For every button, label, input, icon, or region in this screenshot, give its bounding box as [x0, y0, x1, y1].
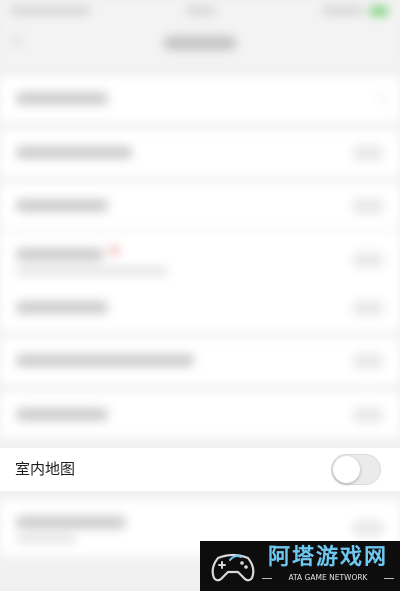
settings-row[interactable] — [0, 338, 400, 384]
navigation-bar — [0, 22, 400, 66]
watermark-divider-right — [384, 578, 394, 579]
status-time — [186, 6, 216, 15]
toggle-switch[interactable] — [352, 520, 384, 536]
indoor-map-label: 室内地图 — [15, 460, 76, 478]
row-title — [16, 354, 194, 367]
toggle-switch[interactable] — [352, 353, 384, 369]
toggle-switch[interactable] — [352, 407, 384, 423]
settings-row[interactable] — [0, 285, 400, 331]
row-title — [16, 92, 108, 105]
indoor-map-toggle[interactable] — [331, 454, 381, 485]
row-title — [16, 146, 132, 159]
row-title — [16, 408, 108, 421]
toggle-switch[interactable] — [352, 198, 384, 214]
watermark-banner: 阿塔游戏网 ATA GAME NETWORK — [200, 541, 400, 591]
toggle-switch[interactable] — [352, 300, 384, 316]
status-carrier — [10, 6, 90, 15]
indoor-map-setting-row[interactable]: 室内地图 — [0, 448, 400, 491]
gamepad-logo-icon — [211, 553, 255, 582]
watermark-divider-left — [262, 578, 272, 579]
chevron-right-icon — [376, 93, 386, 103]
row-title — [16, 248, 104, 261]
page-title — [164, 36, 236, 50]
back-arrow-icon[interactable] — [11, 33, 27, 49]
toggle-switch[interactable] — [352, 145, 384, 161]
row-title — [16, 199, 108, 212]
battery-icon — [370, 6, 388, 16]
row-subtitle — [16, 267, 168, 275]
status-bar — [0, 0, 400, 22]
settings-screen: 室内地图 阿塔游戏网 ATA GAME NETWORK — [0, 0, 400, 591]
watermark-title: 阿塔游戏网 — [267, 545, 388, 570]
blurred-background — [0, 0, 400, 591]
watermark-subtitle-wrap: ATA GAME NETWORK — [260, 572, 396, 584]
status-indicators — [322, 6, 364, 15]
settings-row[interactable] — [0, 232, 400, 288]
row-title — [16, 516, 126, 529]
toggle-switch[interactable] — [352, 252, 384, 268]
row-title — [16, 301, 108, 314]
new-badge-dot — [110, 246, 119, 255]
watermark-subtitle: ATA GAME NETWORK — [288, 573, 368, 582]
settings-row[interactable] — [0, 183, 400, 229]
settings-row[interactable] — [0, 392, 400, 438]
row-subtitle — [16, 535, 76, 543]
toggle-knob — [333, 456, 360, 483]
settings-row[interactable] — [0, 130, 400, 176]
settings-row[interactable] — [0, 76, 400, 122]
